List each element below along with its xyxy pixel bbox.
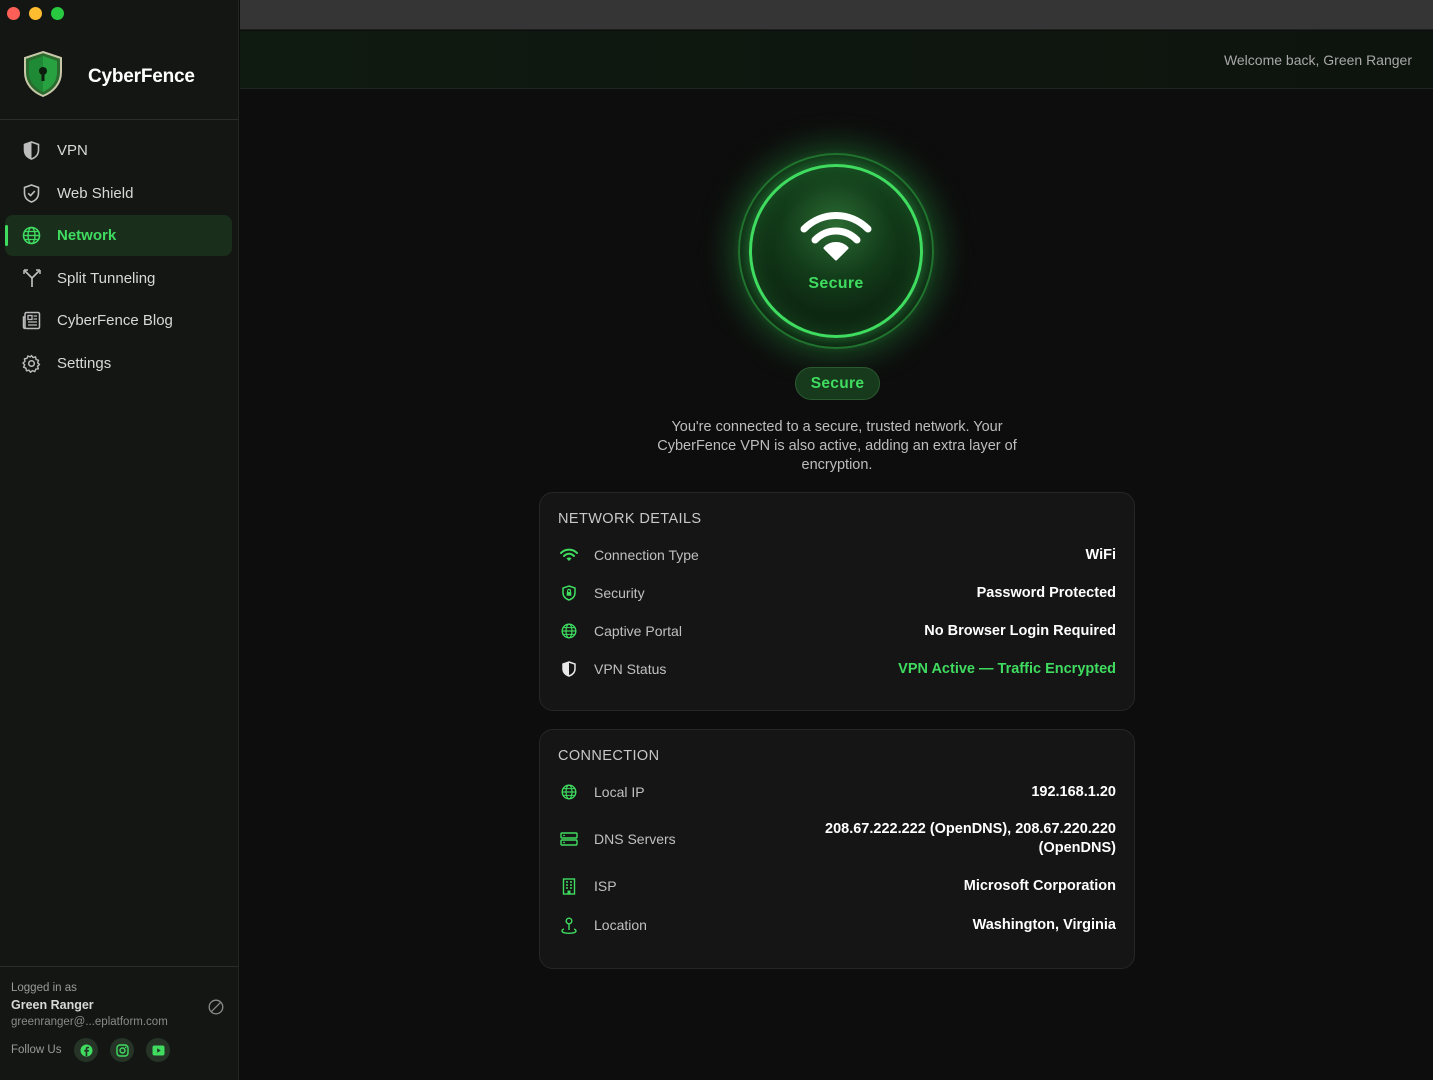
close-window-button[interactable] [7,7,20,20]
lock-shield-icon [558,585,580,601]
row-value: 208.67.222.222 (OpenDNS), 208.67.220.220… [825,821,1116,856]
half-shield-icon [22,141,41,160]
instagram-icon[interactable] [110,1038,135,1062]
sidebar: CyberFence VPN Web Shield Network Split [0,0,239,1080]
detail-row-isp: ISP Microsoft Corporation [558,867,1116,905]
user-name: Green Ranger [11,998,94,1012]
newspaper-icon [22,311,41,330]
half-shield-icon [558,661,580,677]
zoom-window-button[interactable] [51,7,64,20]
follow-label: Follow Us [11,1044,62,1056]
sidebar-item-label: CyberFence Blog [57,312,173,329]
brand: CyberFence [22,50,195,103]
welcome-message: Welcome back, Green Ranger [1223,52,1412,68]
user-footer: Logged in as Green Ranger greenranger@..… [0,966,239,1080]
status-description: You're connected to a secure, trusted ne… [657,419,1017,473]
row-label: DNS Servers [594,831,676,847]
sidebar-item-web-shield[interactable]: Web Shield [5,173,232,214]
detail-row-security: Security Password Protected [558,574,1116,612]
gear-icon [22,354,41,373]
sidebar-item-network[interactable]: Network [5,215,232,256]
row-value: Password Protected [976,585,1116,601]
card-title: CONNECTION [558,748,660,764]
follow-us: Follow Us [11,1038,228,1062]
detail-row-local-ip: Local IP 192.168.1.20 [558,773,1116,811]
row-label: Local IP [594,784,645,800]
building-icon [558,877,580,895]
row-value: VPN Active — Traffic Encrypted [898,661,1116,677]
network-page: Secure Secure You're connected to a secu… [240,90,1433,1080]
globe-icon [558,784,580,800]
row-value: Microsoft Corporation [963,878,1116,894]
sidebar-nav: VPN Web Shield Network Split Tunneling C… [5,130,232,385]
row-label: Location [594,917,647,933]
cyberfence-logo-icon [22,50,64,103]
facebook-icon[interactable] [74,1038,99,1062]
sidebar-item-vpn[interactable]: VPN [5,130,232,171]
detail-row-captive-portal: Captive Portal No Browser Login Required [558,612,1116,650]
sidebar-item-label: Split Tunneling [57,269,156,287]
row-value: Washington, Virginia [972,917,1116,933]
row-label: Security [594,585,645,601]
split-arrow-icon [22,268,41,288]
status-badge: Secure [795,367,880,400]
security-status-ring: Secure [738,153,934,349]
connection-card: CONNECTION Local IP 192.168.1.20 DNS Ser… [539,729,1135,969]
detail-row-connection-type: Connection Type WiFi [558,536,1116,574]
window-controls [7,7,64,20]
minimize-window-button[interactable] [29,7,42,20]
globe-icon [558,623,580,639]
card-title: NETWORK DETAILS [558,511,702,527]
server-icon [558,832,580,846]
detail-row-vpn-status: VPN Status VPN Active — Traffic Encrypte… [558,650,1116,688]
sidebar-item-label: Web Shield [57,184,134,202]
row-value: 192.168.1.20 [1031,784,1116,800]
sidebar-item-split-tunneling[interactable]: Split Tunneling [5,258,232,299]
row-label: VPN Status [594,661,667,677]
row-label: Connection Type [594,547,699,563]
row-label: ISP [594,878,617,894]
sidebar-item-settings[interactable]: Settings [5,343,232,384]
shield-check-icon [22,183,41,203]
logout-icon[interactable] [208,999,224,1020]
sidebar-item-cyberfence-blog[interactable]: CyberFence Blog [5,300,232,341]
row-label: Captive Portal [594,623,682,639]
brand-name: CyberFence [88,65,195,87]
row-value: WiFi [1085,547,1116,563]
top-header: Welcome back, Green Ranger [240,31,1433,89]
wifi-icon [558,548,580,562]
sidebar-item-label: Network [57,227,117,244]
user-email: greenranger@...eplatform.com [11,1016,168,1028]
status-ring-label: Secure [808,275,864,292]
location-pin-icon [558,917,580,934]
window-titlebar [240,0,1433,30]
row-value: No Browser Login Required [924,623,1116,639]
wifi-icon [800,209,872,270]
sidebar-item-label: VPN [57,142,88,159]
network-details-card: NETWORK DETAILS Connection Type WiFi Sec… [539,492,1135,711]
sidebar-divider [0,119,239,120]
sidebar-item-label: Settings [57,354,112,372]
detail-row-dns-servers: DNS Servers 208.67.222.222 (OpenDNS), 20… [558,811,1116,867]
youtube-icon[interactable] [146,1038,171,1062]
logged-in-label: Logged in as [11,982,77,994]
globe-icon [22,226,41,245]
detail-row-location: Location Washington, Virginia [558,905,1116,945]
